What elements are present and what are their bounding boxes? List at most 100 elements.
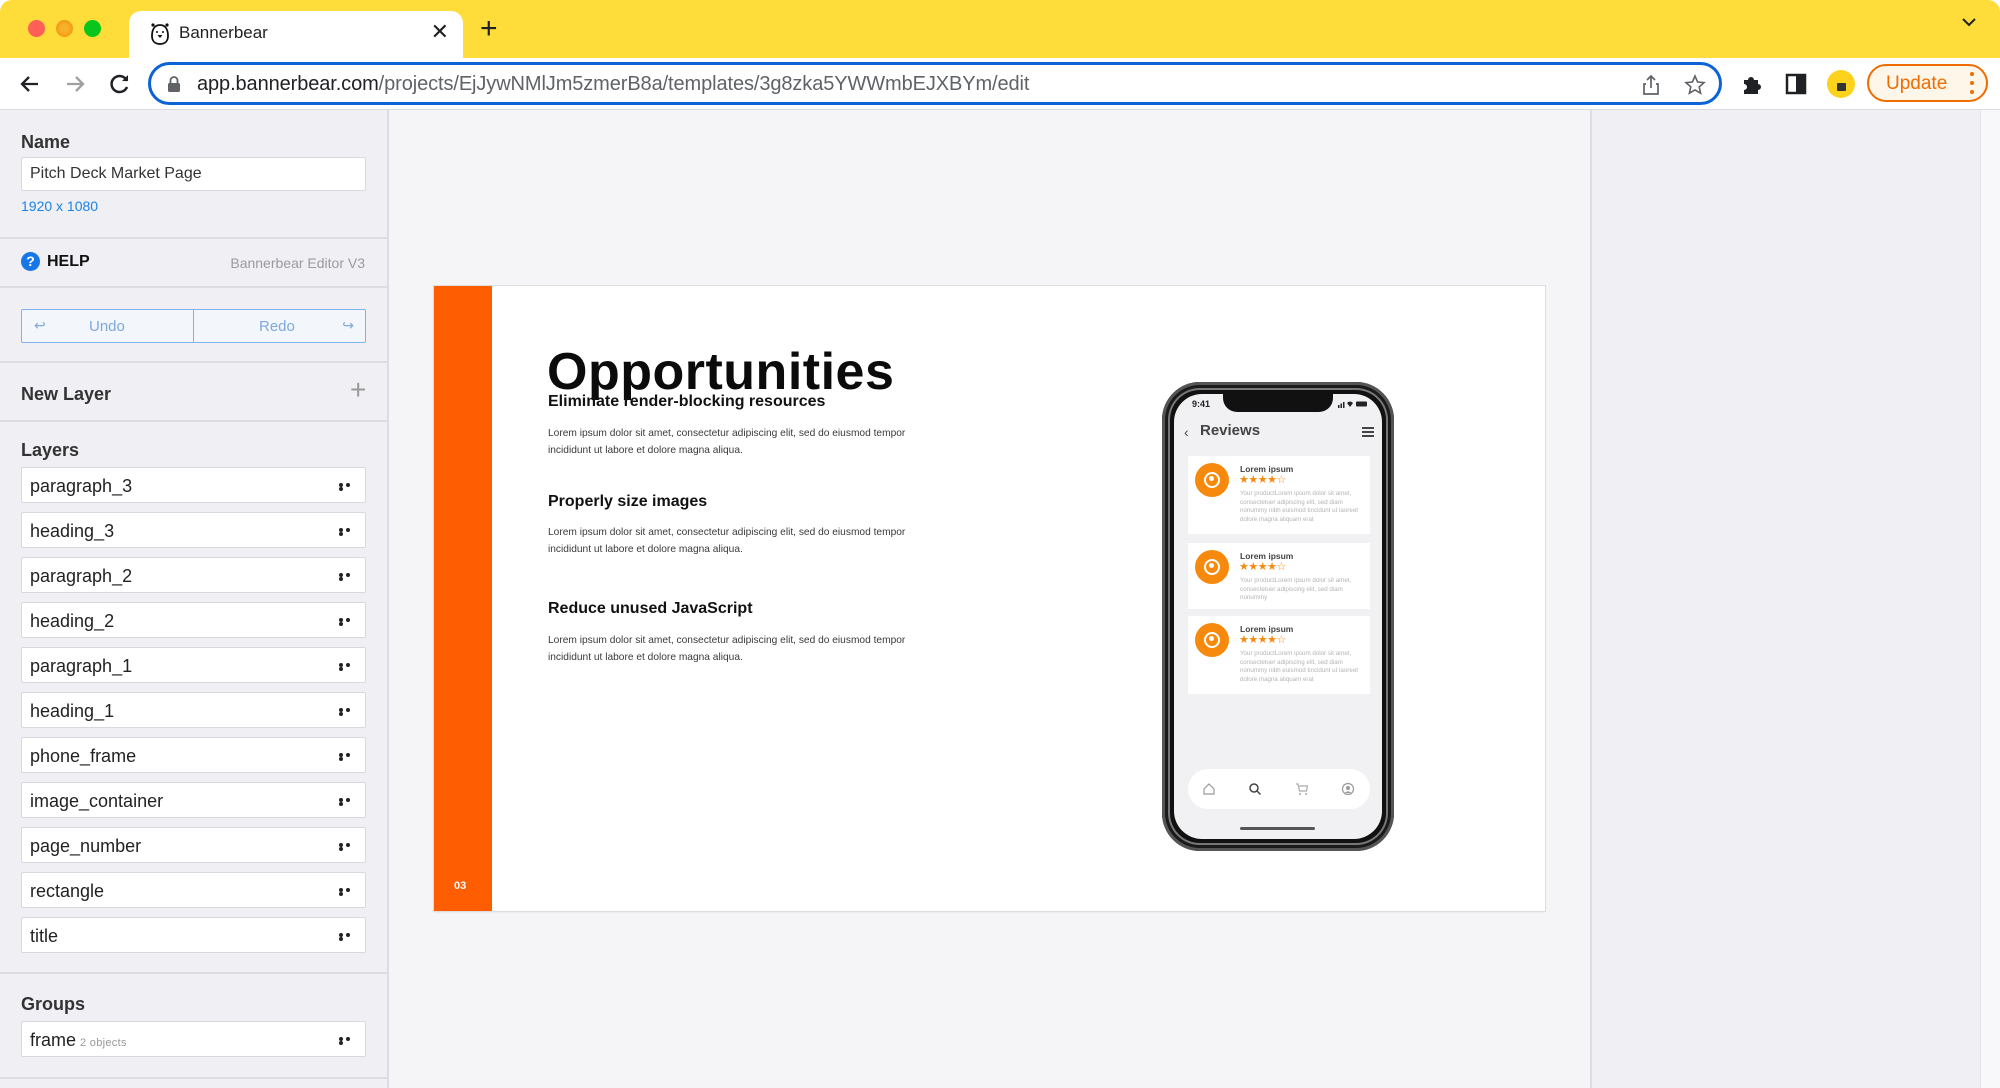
- signal-wifi-battery-icon: [1338, 401, 1367, 408]
- editor-sidebar: Name 1920 x 1080 ? HELP Bannerbear Edito…: [0, 110, 389, 1088]
- phone-screen-title: Reviews: [1200, 422, 1261, 439]
- undo-redo-group: ↩ Undo Redo ↪: [21, 309, 366, 343]
- reload-icon[interactable]: [106, 70, 134, 98]
- paragraph-3-layer[interactable]: Lorem ipsum dolor sit amet, consectetur …: [548, 632, 908, 666]
- paragraph-1-layer[interactable]: Lorem ipsum dolor sit amet, consectetur …: [548, 425, 908, 459]
- layer-name: image_container: [30, 791, 164, 811]
- template-name-section: Name 1920 x 1080: [0, 110, 387, 239]
- review-text: Your productLorem ipsum dolor sit amet, …: [1240, 577, 1352, 602]
- review-card: Lorem ipsum ★★★★☆ Your productLorem ipsum …: [1188, 616, 1370, 694]
- layer-more-icon[interactable]: [339, 933, 357, 941]
- editor-version-label: Bannerbear Editor V3: [230, 255, 365, 271]
- help-question-icon[interactable]: ?: [21, 252, 40, 271]
- url-text: app.bannerbear.com/projects/EjJywNMlJm5z…: [197, 73, 1030, 95]
- maximize-window-button[interactable]: [84, 20, 101, 37]
- rectangle-layer[interactable]: [434, 286, 492, 911]
- review-card: Lorem ipsum ★★★★☆ Your productLorem ipsum …: [1188, 456, 1370, 534]
- browser-toolbar: app.bannerbear.com/projects/EjJywNMlJm5z…: [0, 58, 2000, 110]
- layer-row-paragraph-3[interactable]: paragraph_3: [21, 467, 366, 503]
- more-vert-icon[interactable]: [1970, 72, 1974, 94]
- layer-name: paragraph_1: [30, 656, 133, 676]
- layer-row-image-container[interactable]: image_container: [21, 782, 366, 818]
- layer-name: heading_2: [30, 611, 115, 631]
- layer-more-icon[interactable]: [339, 618, 357, 626]
- group-row[interactable]: frame 2 objects: [21, 1021, 366, 1057]
- profile-icon: [1341, 782, 1355, 796]
- reviewer-avatar-icon: [1195, 623, 1229, 657]
- redo-arrow-icon: ↪: [342, 317, 354, 333]
- layer-more-icon[interactable]: [339, 573, 357, 581]
- layer-name: heading_3: [30, 521, 115, 541]
- heading-1-layer[interactable]: Eliminate render-blocking resources: [548, 393, 825, 411]
- phone-back-chevron-icon: ‹: [1184, 424, 1189, 440]
- phone-frame-layer[interactable]: 9:41 ‹ Reviews Lorem ipsum ★★★★☆ Your prod…: [1162, 382, 1394, 851]
- extensions-puzzle-icon[interactable]: [1739, 71, 1765, 97]
- paragraph-2-layer[interactable]: Lorem ipsum dolor sit amet, consectetur …: [548, 524, 908, 558]
- layer-row-title[interactable]: title: [21, 917, 366, 953]
- template-name-input[interactable]: [21, 157, 366, 191]
- star-rating: ★★★★☆: [1239, 561, 1286, 573]
- bookmark-star-icon[interactable]: [1684, 74, 1706, 96]
- layer-row-heading-3[interactable]: heading_3: [21, 512, 366, 548]
- home-icon: [1203, 783, 1215, 795]
- review-card: Lorem ipsum ★★★★☆ Your productLorem ipsum …: [1188, 543, 1370, 609]
- layer-more-icon[interactable]: [339, 483, 357, 491]
- layer-more-icon[interactable]: [339, 798, 357, 806]
- forward-arrow-icon[interactable]: [61, 70, 89, 98]
- redo-button[interactable]: Redo ↪: [193, 310, 365, 342]
- layer-more-icon[interactable]: [339, 708, 357, 716]
- layer-more-icon[interactable]: [339, 528, 357, 536]
- tab-title: Bannerbear: [179, 23, 268, 42]
- home-indicator: [1240, 827, 1315, 830]
- phone-time: 9:41: [1192, 399, 1211, 409]
- layer-row-heading-2[interactable]: heading_2: [21, 602, 366, 638]
- close-window-button[interactable]: [28, 20, 45, 37]
- address-bar[interactable]: app.bannerbear.com/projects/EjJywNMlJm5z…: [148, 62, 1722, 105]
- heading-2-layer[interactable]: Properly size images: [548, 493, 707, 511]
- layer-more-icon[interactable]: [339, 663, 357, 671]
- new-tab-button[interactable]: +: [480, 14, 498, 44]
- layer-row-heading-1[interactable]: heading_1: [21, 692, 366, 728]
- layer-row-paragraph-2[interactable]: paragraph_2: [21, 557, 366, 593]
- layers-label: Layers: [21, 440, 80, 460]
- layer-row-page-number[interactable]: page_number: [21, 827, 366, 863]
- page-scrollbar[interactable]: [1980, 110, 2000, 1088]
- phone-hamburger-icon: [1362, 427, 1374, 437]
- browser-tab-bannerbear[interactable]: Bannerbear ✕: [129, 11, 463, 58]
- undo-arrow-icon: ↩: [34, 317, 46, 333]
- help-link[interactable]: HELP: [47, 253, 90, 271]
- side-panel-icon[interactable]: [1783, 71, 1809, 97]
- layer-name: heading_1: [30, 701, 115, 721]
- layer-more-icon[interactable]: [339, 843, 357, 851]
- update-button[interactable]: Update: [1867, 64, 1988, 102]
- template-slide[interactable]: 03 Opportunities Eliminate render-blocki…: [434, 286, 1545, 911]
- share-icon[interactable]: [1640, 74, 1662, 96]
- groups-section: Groups frame 2 objects: [0, 974, 387, 1088]
- minimize-window-button[interactable]: [56, 20, 73, 37]
- profile-avatar[interactable]: [1827, 70, 1855, 98]
- group-more-icon[interactable]: [339, 1037, 357, 1045]
- layer-row-paragraph-1[interactable]: paragraph_1: [21, 647, 366, 683]
- layer-more-icon[interactable]: [339, 888, 357, 896]
- review-text: Your productLorem ipsum dolor sit amet, …: [1240, 490, 1358, 523]
- name-label: Name: [21, 132, 71, 152]
- tab-close-icon[interactable]: ✕: [431, 19, 449, 45]
- heading-3-layer[interactable]: Reduce unused JavaScript: [548, 600, 753, 618]
- undo-button[interactable]: ↩ Undo: [22, 310, 194, 342]
- back-arrow-icon[interactable]: [16, 70, 44, 98]
- cart-icon: [1296, 783, 1309, 795]
- image-container-layer[interactable]: 9:41 ‹ Reviews Lorem ipsum ★★★★☆ Your prod…: [1174, 394, 1382, 839]
- right-panel: [1590, 110, 1980, 1088]
- phone-tabbar: [1188, 769, 1370, 809]
- new-layer-label: New Layer: [21, 384, 112, 404]
- add-layer-plus-icon[interactable]: +: [350, 376, 366, 404]
- page-number-layer[interactable]: 03: [454, 880, 466, 892]
- dimensions-link[interactable]: 1920 x 1080: [21, 198, 98, 214]
- layer-row-phone-frame[interactable]: phone_frame: [21, 737, 366, 773]
- layer-name: page_number: [30, 836, 142, 856]
- browser-tabstrip: Bannerbear ✕ +: [0, 0, 2000, 58]
- layer-more-icon[interactable]: [339, 753, 357, 761]
- tab-search-chevron-icon[interactable]: [1962, 18, 1976, 27]
- layer-row-rectangle[interactable]: rectangle: [21, 872, 366, 908]
- phone-notch: [1223, 394, 1333, 412]
